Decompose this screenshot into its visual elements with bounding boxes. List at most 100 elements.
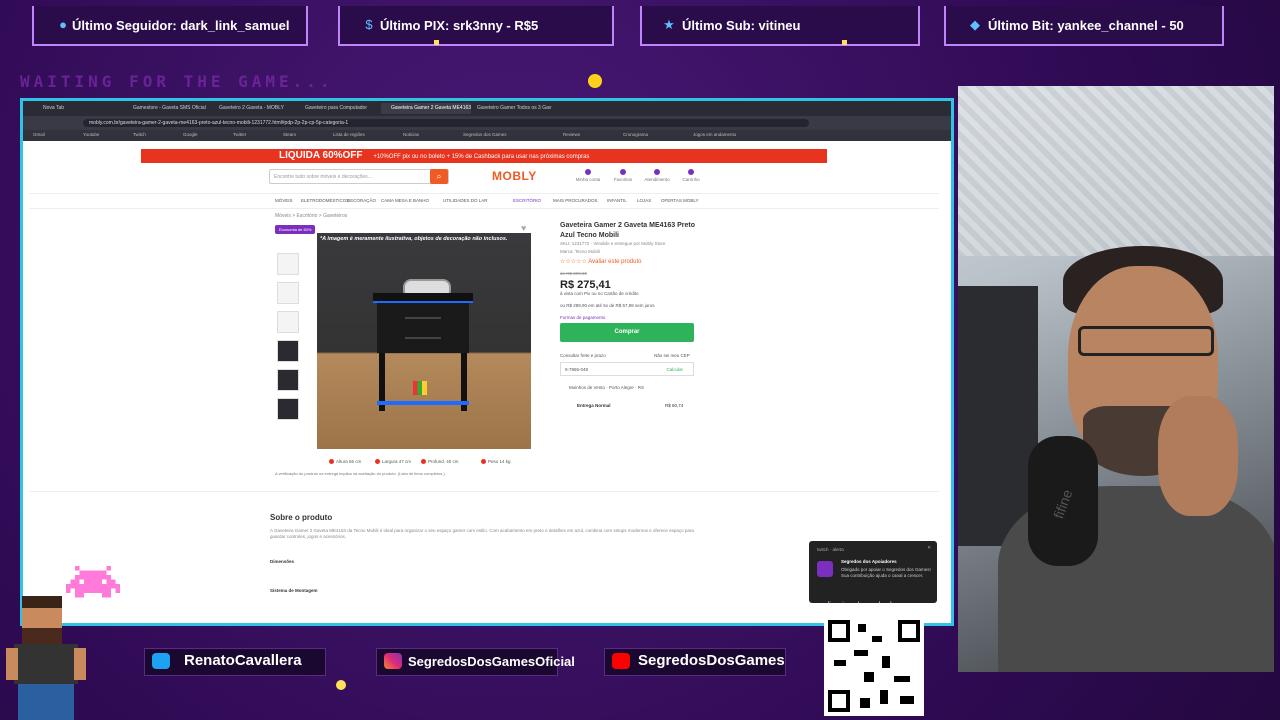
heart-icon [620, 169, 626, 175]
search-input[interactable]: Encontre tudo sobre móveis e decorações.… [269, 169, 449, 184]
account-label: Minha conta [575, 177, 601, 182]
feature-item: Peso 14 kg [481, 459, 511, 465]
bookmark-item[interactable]: Twitter [233, 132, 246, 137]
pellet-icon [842, 40, 847, 45]
discount-badge: Economia de 60% [275, 225, 316, 234]
category-menu: MÓVEIS ELETRODOMÉSTICOS DECORAÇÃO CAMA M… [29, 193, 939, 209]
browser-tab[interactable]: Nova Tab [33, 103, 113, 114]
calculate-button[interactable]: Calcular [666, 363, 683, 377]
buy-button[interactable]: Comprar [560, 323, 694, 342]
bookmark-item[interactable]: Reviews [563, 132, 580, 137]
browser-tab[interactable]: Gaveteiro Gamer Todos os 3 Gav [467, 103, 557, 114]
bookmark-item[interactable]: Lista de regiões [333, 132, 365, 137]
youtube-icon [612, 653, 630, 669]
heart-icon[interactable]: ♥ [521, 223, 526, 233]
thumbnail[interactable] [277, 282, 299, 304]
assembly-title: Sistema de Montagem [270, 588, 318, 593]
youtube-handle: SegredosDosGames [638, 652, 785, 669]
product-sku: SKU: 1231772 · Vendido e entregue por Mo… [560, 241, 666, 246]
breadcrumb[interactable]: Móveis > Escritório > Gaveteiros [275, 213, 347, 219]
twitter-link[interactable]: RenatoCavallera [144, 648, 326, 676]
product-main-image[interactable]: *A imagem é meramente ilustrativa, objet… [317, 233, 531, 449]
menu-item[interactable]: UTILIDADES DO LAR [443, 198, 488, 203]
user-icon: ● [59, 17, 67, 32]
menu-item[interactable]: MAIS PROCURADOS [553, 198, 598, 203]
browser-tab[interactable]: Gaveteiro para Computador [295, 103, 385, 114]
bookmark-item[interactable]: Jogos em andamento [693, 132, 736, 137]
cep-input[interactable]: 9-7865-049 Calcular [560, 362, 694, 376]
bookmark-item[interactable]: Segredos dos Games [463, 132, 507, 137]
microphone: fifine [1028, 436, 1098, 566]
browser-tab[interactable]: Gaveteiro 2 Gaveta - MOBLY [209, 103, 299, 114]
cart-label: Carrinho [682, 177, 700, 182]
browser-window: Nova Tab Gamestore - Gaveta SMS Oficial … [20, 98, 954, 626]
address-bar-row: mobly.com.br/gaveteira-gamer-2-gaveta-me… [23, 116, 951, 130]
star-icon: ★ [663, 17, 675, 32]
search-button[interactable]: ⌕ [430, 169, 448, 184]
toast-title: Segredos dos Apoiadores [841, 559, 897, 564]
last-sub-bar: ★ Último Sub: vitineu [640, 6, 920, 46]
menu-item[interactable]: ESCRITÓRIO [513, 198, 541, 203]
bookmark-item[interactable]: Google [183, 132, 198, 137]
thumbnail-list [277, 253, 303, 427]
product-note: A verificação do produto na entrega impl… [275, 471, 445, 476]
bookmark-item[interactable]: Noticias [403, 132, 419, 137]
price: R$ 275,41 [560, 279, 611, 291]
bookmark-item[interactable]: Steam [283, 132, 296, 137]
instagram-link[interactable]: SegredosDosGamesOficial [376, 648, 575, 676]
bookmark-item[interactable]: Youtube [83, 132, 99, 137]
promo-small: +10%OFF pix ou no boleto + 15% de Cashba… [373, 154, 590, 160]
account-button[interactable]: Minha conta [574, 169, 602, 182]
bookmarks-bar: Gmail Youtube Twitch Google Twitter Stea… [23, 130, 951, 141]
last-bit-bar: ◆ Último Bit: yankee_channel - 50 [944, 6, 1224, 46]
dimensions-title: Dimensões [270, 559, 295, 564]
last-sub-text: Último Sub: vitineu [682, 18, 801, 33]
unknown-cep-link[interactable]: Não sei meu CEP [654, 353, 690, 358]
menu-item[interactable]: INFANTIL [607, 198, 627, 203]
instagram-handle: SegredosDosGamesOficial [408, 654, 575, 669]
url-field[interactable]: mobly.com.br/gaveteira-gamer-2-gaveta-me… [83, 119, 809, 127]
feature-item: Altura 56 cm [329, 459, 361, 465]
bookmark-item[interactable]: Cronograma [623, 132, 648, 137]
pellet-icon [336, 680, 346, 690]
favorites-label: Favoritos [613, 177, 633, 182]
qr-code[interactable] [824, 616, 924, 716]
thumbnail[interactable] [277, 253, 299, 275]
delivery-type: Entrega Normal [577, 403, 611, 408]
thumbnail[interactable] [277, 398, 299, 420]
thumbnail[interactable] [277, 311, 299, 333]
menu-item[interactable]: CAMA MESA E BANHO [381, 198, 429, 203]
cart-icon [688, 169, 694, 175]
menu-item[interactable]: ELETRODOMÉSTICOS [301, 198, 349, 203]
promo-banner[interactable]: LIQUIDA 60%OFF +10%OFF pix ou no boleto … [141, 149, 827, 163]
youtube-link[interactable]: SegredosDosGames [604, 648, 786, 676]
thumbnail[interactable] [277, 369, 299, 391]
menu-item[interactable]: LOJAS [637, 198, 651, 203]
favorites-button[interactable]: Favoritos [609, 169, 637, 182]
bookmark-item[interactable]: Twitch [133, 132, 146, 137]
pacman-icon [588, 74, 602, 88]
browser-tab-active[interactable]: Gaveteira Gamer 2 Gaveta ME4163 [381, 103, 471, 114]
feature-item: Largura 47 cm [375, 459, 411, 465]
rating[interactable]: ☆☆☆☆☆ Avaliar este produto [560, 258, 642, 265]
menu-item[interactable]: MÓVEIS [275, 198, 293, 203]
pixel-streamer-avatar [6, 596, 86, 720]
shipping-label: Consultar frete e prazo [560, 353, 606, 358]
product-brand[interactable]: Marca: Tecno Mobili [560, 249, 600, 254]
alert-toast[interactable]: twitch · alerta Segredos dos Apoiadores … [809, 541, 937, 603]
thumbnail[interactable] [277, 340, 299, 362]
menu-item[interactable]: OFERTAS MOBLY [661, 198, 699, 203]
toast-source: twitch · alerta [817, 547, 844, 552]
last-follower-text: Último Seguidor: dark_link_samuel [72, 18, 290, 33]
browser-tab[interactable]: Gamestore - Gaveta SMS Oficial [123, 103, 213, 114]
support-button[interactable]: Atendimento [643, 169, 671, 182]
support-label: Atendimento [644, 177, 670, 182]
mobly-logo[interactable]: MOBLY [492, 169, 537, 183]
menu-item[interactable]: DECORAÇÃO [347, 198, 376, 203]
payment-link[interactable]: Formas de pagamento [560, 315, 605, 320]
close-icon[interactable]: ✕ [927, 545, 931, 551]
pellet-icon [434, 40, 439, 45]
dollar-icon: $ [365, 17, 373, 32]
cart-button[interactable]: Carrinho [677, 169, 705, 182]
bookmark-item[interactable]: Gmail [33, 132, 45, 137]
